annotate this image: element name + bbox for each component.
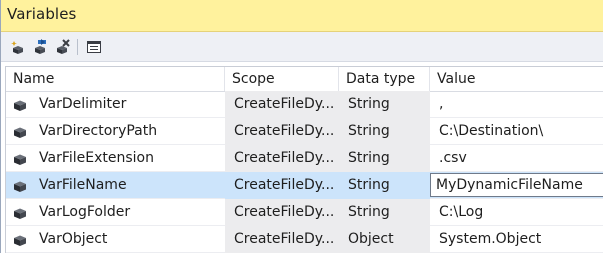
cell-scope: CreateFileDy... xyxy=(225,226,339,253)
cell-name[interactable]: VarObject xyxy=(39,226,225,253)
cell-name[interactable]: VarDelimiter xyxy=(39,91,225,118)
window-title: Variables xyxy=(7,5,77,23)
toolbar xyxy=(1,32,603,62)
table-row[interactable]: VarDirectoryPath CreateFileDy... String … xyxy=(6,118,603,145)
window-title-bar: Variables xyxy=(1,0,603,32)
add-variable-icon xyxy=(11,41,23,54)
column-header-scope[interactable]: Scope xyxy=(225,67,339,91)
variables-grid: Name Scope Data type Value VarDelimiter … xyxy=(5,66,603,253)
cell-data-type[interactable]: String xyxy=(339,199,430,226)
grid-header: Name Scope Data type Value xyxy=(6,67,603,92)
table-row-selected[interactable]: VarFileName CreateFileDy... String MyDyn… xyxy=(6,172,603,199)
column-header-name[interactable]: Name xyxy=(6,67,225,91)
cell-value[interactable]: System.Object xyxy=(430,226,603,253)
cell-scope: CreateFileDy... xyxy=(225,118,339,145)
delete-variable-button[interactable] xyxy=(53,38,71,56)
move-variable-button[interactable] xyxy=(31,38,49,56)
delete-variable-icon xyxy=(57,39,70,54)
variable-icon xyxy=(14,100,26,111)
cell-value[interactable]: .csv xyxy=(430,145,603,172)
cell-scope: CreateFileDy... xyxy=(225,91,339,118)
cell-value[interactable]: C:\Log xyxy=(430,199,603,226)
table-row[interactable]: VarObject CreateFileDy... Object System.… xyxy=(6,226,603,253)
cell-data-type[interactable]: String xyxy=(339,172,430,199)
cell-data-type[interactable]: String xyxy=(339,145,430,172)
grid-options-icon xyxy=(87,41,101,53)
variable-icon xyxy=(14,208,26,219)
variable-icon xyxy=(14,181,26,192)
variable-icon xyxy=(14,127,26,138)
variable-icon xyxy=(14,235,26,246)
variable-icon xyxy=(14,154,26,165)
cell-value[interactable]: C:\Destination\ xyxy=(430,118,603,145)
cell-data-type[interactable]: String xyxy=(339,118,430,145)
variables-window: Variables Name Scope Data type Value Var… xyxy=(0,0,603,253)
cell-name[interactable]: VarFileName xyxy=(39,172,225,199)
table-row[interactable]: VarFileExtension CreateFileDy... String … xyxy=(6,145,603,172)
grid-options-button[interactable] xyxy=(85,38,103,56)
add-variable-button[interactable] xyxy=(9,38,27,56)
cell-name[interactable]: VarLogFolder xyxy=(39,199,225,226)
cell-data-type[interactable]: Object xyxy=(339,226,430,253)
cell-value[interactable]: , xyxy=(430,91,603,118)
table-row[interactable]: VarDelimiter CreateFileDy... String , xyxy=(6,91,603,118)
cell-data-type[interactable]: String xyxy=(339,91,430,118)
cell-scope: CreateFileDy... xyxy=(225,145,339,172)
table-row[interactable]: VarLogFolder CreateFileDy... String C:\L… xyxy=(6,199,603,226)
column-header-data-type[interactable]: Data type xyxy=(339,67,430,91)
cell-scope: CreateFileDy... xyxy=(225,199,339,226)
cell-name[interactable]: VarDirectoryPath xyxy=(39,118,225,145)
cell-name[interactable]: VarFileExtension xyxy=(39,145,225,172)
column-header-value[interactable]: Value xyxy=(430,67,603,91)
toolbar-separator xyxy=(77,39,78,55)
move-variable-icon xyxy=(35,39,46,54)
value-edit-field[interactable]: MyDynamicFileName xyxy=(430,173,603,197)
cell-scope: CreateFileDy... xyxy=(225,172,339,199)
